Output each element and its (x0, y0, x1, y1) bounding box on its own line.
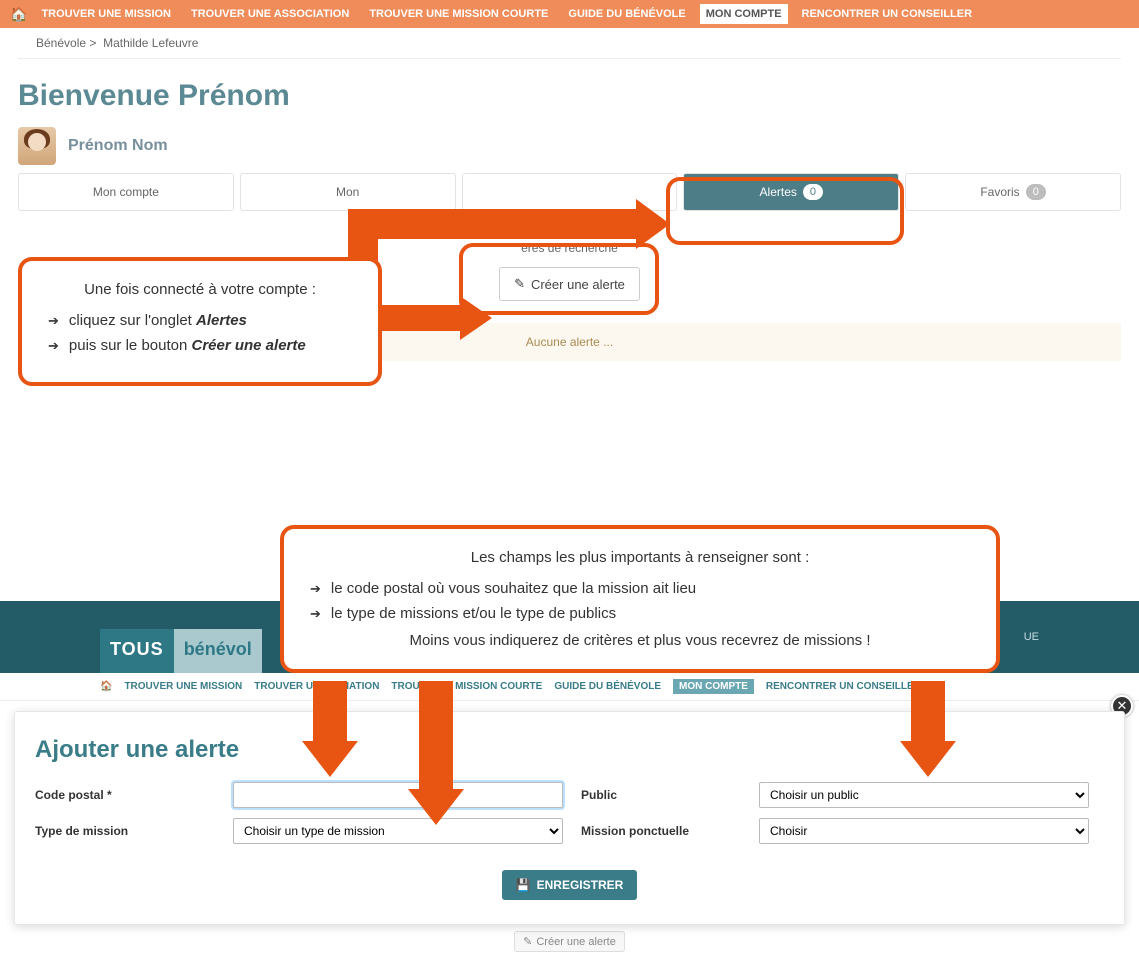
alert-form: Code postal Public Choisir un public Typ… (35, 782, 1104, 844)
page-title: Bienvenue Prénom (18, 79, 1121, 113)
add-alert-modal: Ajouter une alerte Code postal Public Ch… (14, 711, 1125, 925)
account-panel: Bienvenue Prénom Prénom Nom Mon compte M… (18, 59, 1121, 491)
nav-guide-benevole[interactable]: GUIDE DU BÉNÉVOLE (562, 4, 691, 24)
tab-label: Favoris (980, 185, 1019, 199)
callout1-line2: puis sur le bouton Créer une alerte (69, 337, 306, 354)
pencil-icon: ✎ (523, 935, 532, 948)
nav2-mon-compte[interactable]: MON COMPTE (673, 679, 754, 694)
secondary-nav: 🏠 TROUVER UNE MISSION TROUVER UNE CIATIO… (0, 673, 1139, 701)
arrow-right-icon: ➔ (48, 313, 59, 329)
nav2-item[interactable]: TROUVER UNE MISSION (124, 681, 242, 692)
nav-rencontrer-conseiller[interactable]: RENCONTRER UN CONSEILLER (796, 4, 979, 24)
callout2-lead: Les champs les plus importants à renseig… (310, 549, 970, 566)
label-mission-ponctuelle: Mission ponctuelle (581, 824, 741, 838)
save-label: ENREGISTRER (537, 878, 624, 892)
ghost-create-alert-button[interactable]: ✎ Créer une alerte (514, 931, 625, 952)
callout-instructions-2: Les champs les plus importants à renseig… (280, 525, 1000, 673)
arrow-right-icon: ➔ (48, 338, 59, 354)
ghost-label: Créer une alerte (536, 936, 616, 948)
nav2-item[interactable]: GUIDE DU BÉNÉVOLE (554, 681, 661, 692)
nav2-item[interactable]: RENCONTRER UN CONSEILLER (766, 681, 921, 692)
nav-trouver-mission[interactable]: TROUVER UNE MISSION (35, 4, 177, 24)
logo[interactable]: TOUS bénévol (100, 629, 262, 673)
callout2-footer: Moins vous indiquerez de critères et plu… (310, 632, 970, 649)
select-mission-ponctuelle[interactable]: Choisir (759, 818, 1089, 844)
home-icon[interactable]: 🏠 (100, 681, 112, 692)
callout2-line2: le type de missions et/ou le type de pub… (331, 605, 616, 622)
breadcrumb: Bénévole > Mathilde Lefeuvre (18, 28, 1121, 59)
callout-instructions-1: Une fois connecté à votre compte : ➔ cliq… (18, 257, 382, 386)
callout1-line1: cliquez sur l'onglet Alertes (69, 312, 247, 329)
logo-part1: TOUS (100, 629, 174, 673)
label-code-postal: Code postal (35, 788, 215, 802)
save-button[interactable]: 💾 ENREGISTRER (502, 870, 638, 900)
arrow-right-icon: ➔ (310, 581, 321, 597)
section-add-alert: Les champs les plus importants à renseig… (0, 531, 1139, 968)
nav2-item[interactable]: NE MISSION COURTE (438, 681, 542, 692)
tab-mon-compte[interactable]: Mon compte (18, 173, 234, 211)
logo-part2: bénévol (174, 629, 262, 673)
top-nav: 🏠 TROUVER UNE MISSION TROUVER UNE ASSOCI… (0, 0, 1139, 28)
select-type-mission[interactable]: Choisir un type de mission (233, 818, 563, 844)
arrow-right-icon: ➔ (310, 606, 321, 622)
breadcrumb-sep: > (89, 36, 96, 50)
arrow-to-create-button (382, 303, 502, 333)
select-public[interactable]: Choisir un public (759, 782, 1089, 808)
nav-mission-courte[interactable]: TROUVER UNE MISSION COURTE (363, 4, 554, 24)
breadcrumb-current: Mathilde Lefeuvre (103, 36, 198, 50)
user-name: Prénom Nom (68, 137, 168, 155)
tab-label: Mon compte (93, 185, 159, 199)
home-icon[interactable]: 🏠 (10, 6, 27, 23)
avatar (18, 127, 56, 165)
tab-favoris[interactable]: Favoris 0 (905, 173, 1121, 211)
label-type-mission: Type de mission (35, 824, 215, 838)
save-icon: 💾 (516, 878, 531, 892)
nav-trouver-association[interactable]: TROUVER UNE ASSOCIATION (185, 4, 355, 24)
callout1-lead: Une fois connecté à votre compte : (48, 281, 352, 298)
label-public: Public (581, 788, 741, 802)
header-right-fragment: UE (1024, 631, 1039, 643)
arrow-to-alertes-tab (348, 197, 688, 257)
highlight-alertes-tab (666, 177, 904, 245)
nav-mon-compte[interactable]: MON COMPTE (700, 4, 788, 24)
input-code-postal[interactable] (233, 782, 563, 808)
breadcrumb-root[interactable]: Bénévole (36, 36, 86, 50)
callout2-line1: le code postal où vous souhaitez que la … (331, 580, 696, 597)
tab-count: 0 (1026, 184, 1046, 200)
